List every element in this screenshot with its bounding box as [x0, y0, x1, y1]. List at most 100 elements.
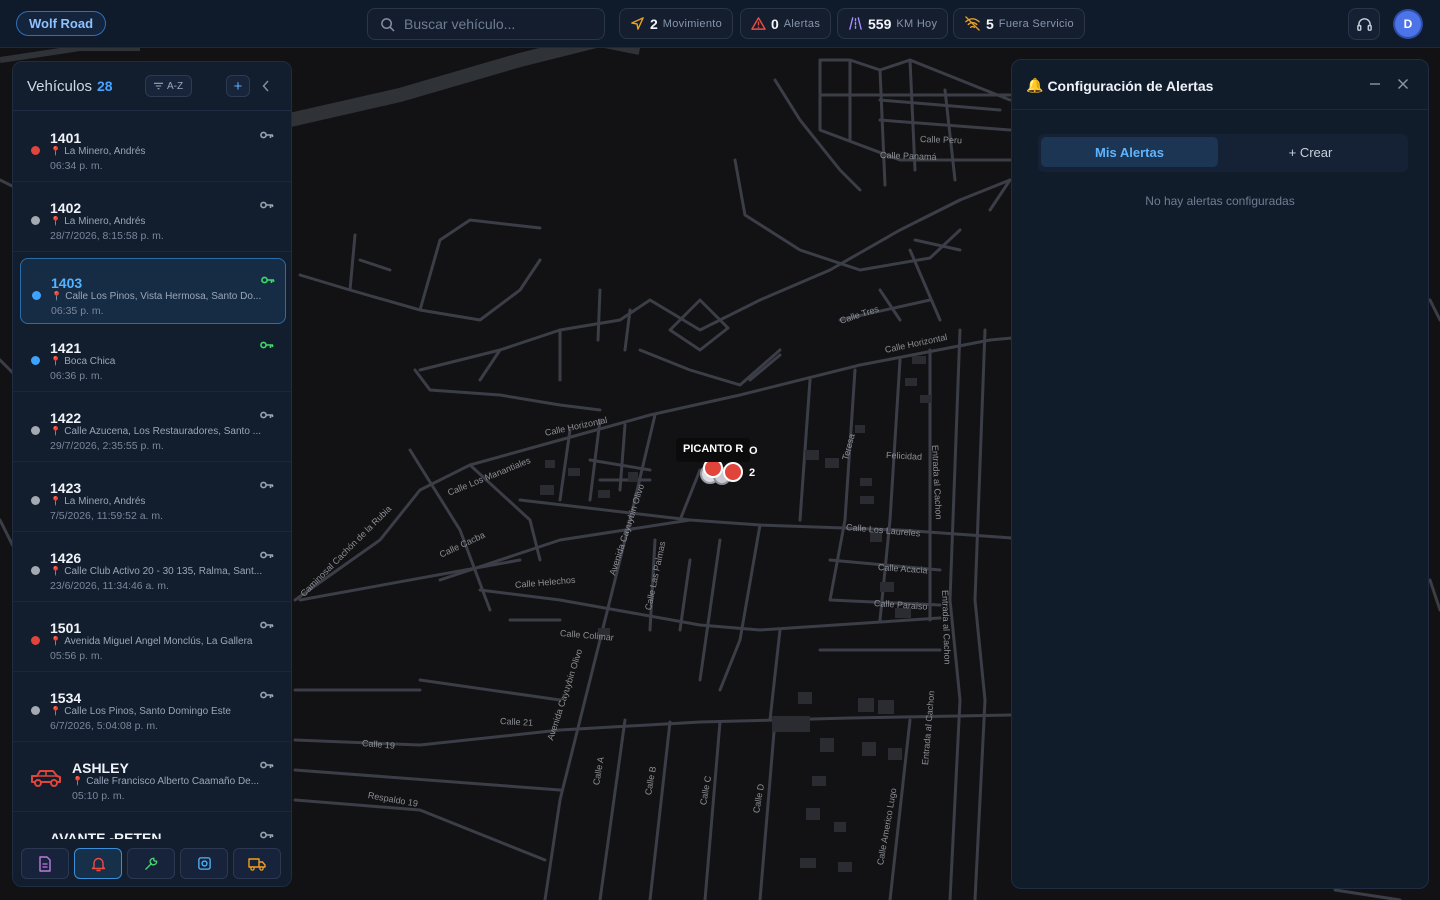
- vehicle-row[interactable]: 1534 📍 Calle Los Pinos, Santo Domingo Est…: [13, 672, 291, 742]
- status-dot: [31, 706, 40, 715]
- vehicle-name: 1402: [50, 200, 82, 216]
- vehicle-name: 1422: [50, 410, 82, 426]
- vehicle-address: 📍 Calle Club Activo 20 - 30 135, Ralma, S…: [50, 566, 263, 577]
- bell-icon: 🔔: [1026, 77, 1044, 93]
- headset-icon: [1356, 17, 1372, 31]
- vehicle-row[interactable]: 1423 📍 La Minero, Andrés 7/5/2026, 11:59:…: [13, 462, 291, 532]
- key-icon: [260, 411, 274, 419]
- vehicle-markers: [700, 458, 743, 485]
- vehicle-time: 7/5/2026, 11:59:52 a. m.: [50, 510, 164, 522]
- alerts-config-panel: 🔔 Configuración de Alertas Mis Alertas +…: [1011, 59, 1429, 889]
- vehicle-list[interactable]: 1401 📍 La Minero, Andrés 06:34 p. m. 1402…: [13, 112, 291, 839]
- key-icon: [260, 551, 274, 559]
- stat-label: KM Hoy: [896, 17, 938, 30]
- vehicle-time: 06:36 p. m.: [50, 370, 103, 382]
- status-dot: [31, 146, 40, 155]
- document-icon: [39, 855, 51, 872]
- top-bar: Wolf Road 2 Movimiento 0 Alertas 559 KM …: [0, 0, 1440, 48]
- pin-icon: 📍: [72, 776, 84, 786]
- status-dot: [31, 496, 40, 505]
- stat-alertas[interactable]: 0 Alertas: [740, 8, 832, 39]
- street-label: Felicidad: [885, 450, 923, 462]
- stat-label: Fuera Servicio: [998, 17, 1074, 30]
- reports-button[interactable]: [21, 848, 69, 879]
- minimize-icon[interactable]: [1367, 76, 1383, 92]
- stat-movimiento[interactable]: 2 Movimiento: [619, 8, 734, 39]
- vehicle-time: 29/7/2026, 2:35:55 p. m.: [50, 440, 164, 452]
- status-dot: [31, 636, 40, 645]
- stat-fuera-servicio[interactable]: 5 Fuera Servicio: [953, 8, 1085, 39]
- camera-button[interactable]: [180, 848, 228, 879]
- navigation-arrow-icon: [631, 17, 644, 30]
- pin-icon: 📍: [50, 636, 62, 646]
- vehicle-name: 1534: [50, 690, 82, 706]
- pin-icon: 📍: [50, 426, 62, 436]
- search-input[interactable]: [404, 9, 599, 39]
- collapse-panel-button[interactable]: [257, 75, 275, 97]
- pin-icon: 📍: [51, 291, 63, 301]
- key-icon: [260, 691, 274, 699]
- vehicle-address: 📍 La Minero, Andrés: [50, 216, 146, 227]
- key-icon: [260, 481, 274, 489]
- vehicle-address: 📍 Calle Francisco Alberto Caamaño De...: [72, 776, 260, 787]
- vehicle-row[interactable]: AVANTE -RETEN: [13, 812, 291, 839]
- status-dot: [31, 356, 40, 365]
- key-icon: [260, 621, 274, 629]
- vehicle-row[interactable]: 1402 📍 La Minero, Andrés 28/7/2026, 8:15:…: [13, 182, 291, 252]
- close-icon[interactable]: [1395, 76, 1411, 92]
- add-vehicle-button[interactable]: +: [226, 75, 250, 97]
- key-icon: [261, 276, 275, 284]
- key-icon: [260, 131, 274, 139]
- street-label: Calle Peru: [919, 134, 963, 146]
- vehicle-address: 📍 Calle Los Pinos, Santo Domingo Este: [50, 706, 231, 717]
- key-icon: [260, 341, 274, 349]
- vehicle-name: ASHLEY: [72, 760, 129, 776]
- vehicle-name: 1423: [50, 480, 82, 496]
- warning-triangle-icon: [751, 17, 766, 30]
- brand-badge[interactable]: Wolf Road: [16, 11, 107, 36]
- pin-icon: 📍: [50, 216, 62, 226]
- tab-mis-alertas[interactable]: Mis Alertas: [1041, 137, 1218, 167]
- sort-button[interactable]: A-Z: [145, 75, 193, 97]
- filter-icon: [154, 82, 163, 90]
- vehicle-time: 23/6/2026, 11:34:46 a. m.: [50, 580, 169, 592]
- tab-crear[interactable]: + Crear: [1222, 137, 1399, 167]
- alerts-header: 🔔 Configuración de Alertas: [1012, 60, 1428, 110]
- vehicle-row[interactable]: ASHLEY 📍 Calle Francisco Alberto Caamaño …: [13, 742, 291, 812]
- vehicle-row-selected[interactable]: 1403 📍 Calle Los Pinos, Vista Hermosa, Sa…: [20, 258, 286, 324]
- vehicle-row[interactable]: 1401 📍 La Minero, Andrés 06:34 p. m.: [13, 112, 291, 182]
- alerts-title: 🔔 Configuración de Alertas: [1026, 77, 1214, 94]
- vehicle-marker-label[interactable]: PICANTO R O 2: [676, 438, 758, 479]
- vehicle-row[interactable]: 1426 📍 Calle Club Activo 20 - 30 135, Ral…: [13, 532, 291, 602]
- street-label: Calle 21: [499, 716, 534, 728]
- user-avatar[interactable]: D: [1395, 11, 1421, 37]
- key-icon: [260, 831, 274, 839]
- bell-icon: [91, 857, 105, 871]
- pin-icon: 📍: [50, 496, 62, 506]
- vehicle-row[interactable]: 1422 📍 Calle Azucena, Los Restauradores, …: [13, 392, 291, 462]
- vehicle-name: AVANTE -RETEN: [50, 830, 162, 839]
- truck-icon: [248, 857, 266, 871]
- vehicle-row[interactable]: 1501 📍 Avenida Miguel Ángel Monclús, La G…: [13, 602, 291, 672]
- stat-value: 2: [650, 15, 658, 32]
- car-icon: [31, 770, 61, 787]
- vehicle-address: 📍 Boca Chica: [50, 356, 116, 367]
- sort-label: A-Z: [167, 80, 184, 92]
- pin-icon: 📍: [50, 706, 62, 716]
- maintenance-button[interactable]: [127, 848, 175, 879]
- vehicle-time: 06:35 p. m.: [51, 305, 104, 317]
- stat-label: Movimiento: [662, 17, 723, 30]
- fleet-button[interactable]: [233, 848, 281, 879]
- vehicle-address: 📍 La Minero, Andrés: [50, 146, 146, 157]
- vehicles-toolbar: [13, 840, 291, 886]
- pin-icon: 📍: [50, 566, 62, 576]
- no-signal-icon: [965, 16, 980, 31]
- vehicle-row[interactable]: 1421 📍 Boca Chica 06:36 p. m.: [13, 322, 291, 392]
- alerts-button[interactable]: [74, 848, 122, 879]
- stat-km-hoy[interactable]: 559 KM Hoy: [837, 8, 949, 39]
- vehicle-time: 28/7/2026, 8:15:58 p. m.: [50, 230, 164, 242]
- status-dot: [31, 216, 40, 225]
- vehicle-search[interactable]: [367, 8, 605, 40]
- vehicle-name: 1426: [50, 550, 82, 566]
- support-button[interactable]: [1348, 8, 1380, 40]
